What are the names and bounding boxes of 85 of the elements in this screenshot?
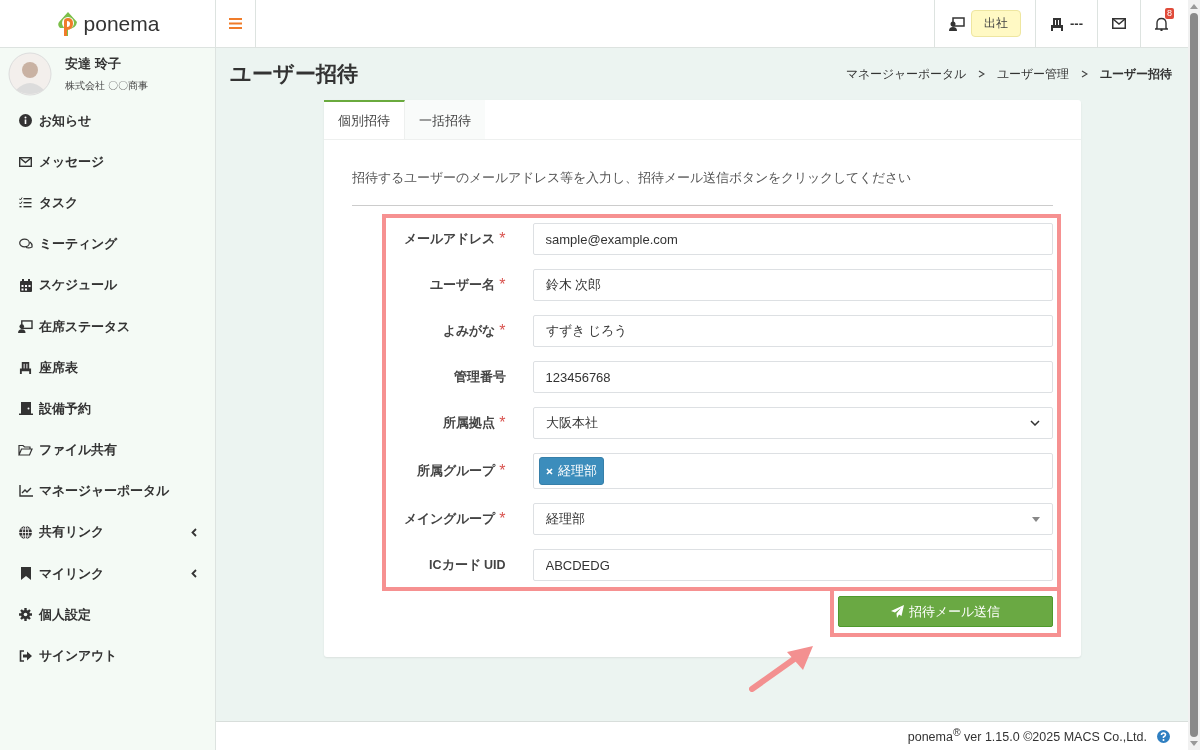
dropdown-triangle-icon	[1031, 516, 1040, 522]
status-badge[interactable]: 出社	[971, 10, 1021, 37]
company-name: 株式会社 〇〇商事	[65, 79, 148, 93]
required-mark: *	[499, 462, 506, 480]
sidebar-item[interactable]: 座席表	[0, 347, 215, 389]
avatar	[8, 52, 52, 96]
input-field[interactable]: ABCDEDG	[532, 549, 1053, 581]
field-label: 所属グループ	[417, 462, 496, 480]
sidebar-item[interactable]: 共有リンク	[0, 511, 215, 554]
tag-input-field[interactable]: 経理部	[532, 453, 1053, 489]
folder-icon	[18, 444, 33, 457]
sidebar-item[interactable]: スケジュール	[0, 264, 215, 306]
chevron-icon	[191, 569, 197, 579]
bookmark-icon	[20, 567, 31, 581]
breadcrumb-separator-icon	[978, 70, 985, 78]
mail-icon	[1112, 18, 1126, 29]
bell-icon	[1155, 16, 1168, 31]
input-field[interactable]: 123456768	[532, 361, 1053, 393]
input-field[interactable]: 鈴木 次郎	[532, 269, 1053, 301]
required-mark: *	[499, 276, 506, 294]
info-icon	[19, 114, 32, 128]
field-label: 管理番号	[453, 368, 506, 386]
help-icon[interactable]	[1157, 729, 1170, 743]
field-label: よみがな	[443, 322, 496, 340]
breadcrumb-link[interactable]: マネージャーポータル	[846, 65, 966, 83]
required-mark: *	[499, 510, 506, 528]
sidebar-item[interactable]: マネージャーポータル	[0, 470, 215, 512]
seat-icon	[19, 361, 32, 375]
scrollbar[interactable]	[1188, 0, 1200, 750]
logo-icon	[55, 10, 80, 37]
field-label: 所属拠点	[443, 414, 496, 432]
chevron-icon	[191, 527, 197, 537]
globe-icon	[19, 525, 32, 539]
field-label: ICカード UID	[429, 556, 506, 574]
chevron-down-icon	[1029, 420, 1040, 426]
field-label: ユーザー名	[430, 276, 496, 294]
chat-icon	[18, 238, 33, 251]
sign-out-icon	[18, 650, 33, 663]
input-field[interactable]: すずき じろう	[532, 315, 1053, 347]
tab[interactable]: 一括招待	[404, 100, 485, 139]
chart-icon	[18, 485, 33, 498]
tab[interactable]: 個別招待	[323, 100, 405, 139]
sidebar-item[interactable]: マイリンク	[0, 553, 215, 595]
paper-plane-icon	[890, 605, 904, 618]
scroll-down-icon[interactable]	[1190, 741, 1198, 746]
select-field[interactable]: 大阪本社	[532, 407, 1053, 439]
sidebar-item[interactable]: お知らせ	[0, 100, 215, 142]
sidebar-item[interactable]: サインアウト	[0, 635, 215, 677]
user-name: 安達 玲子	[65, 55, 122, 73]
settings-icon	[19, 608, 32, 622]
mail-icon	[19, 156, 32, 167]
sidebar-item[interactable]: 個人設定	[0, 594, 215, 636]
instruction-text: 招待するユーザーのメールアドレス等を入力し、招待メール送信ボタンをクリックしてください	[351, 170, 912, 187]
sidebar-item[interactable]: タスク	[0, 182, 215, 224]
page-title: ユーザー招待	[230, 61, 358, 87]
seat-icon	[1050, 16, 1064, 31]
input-field[interactable]: sample@example.com	[532, 223, 1053, 255]
seat-label: ---	[1070, 16, 1083, 31]
field-label: メールアドレス	[404, 230, 496, 248]
pointer-arrow	[749, 644, 815, 692]
presence-icon	[949, 16, 965, 31]
sidebar-item[interactable]: 在席ステータス	[0, 305, 215, 348]
close-icon[interactable]	[545, 467, 553, 475]
notification-count: 8	[1165, 8, 1174, 19]
required-mark: *	[499, 322, 506, 340]
sidebar-item[interactable]: ミーティング	[0, 223, 215, 265]
breadcrumb-link[interactable]: ユーザー招待	[1100, 65, 1172, 83]
breadcrumb-separator-icon	[1081, 70, 1088, 78]
logo-text: ponema	[83, 11, 160, 36]
field-label: メイングループ	[404, 510, 496, 528]
required-mark: *	[499, 230, 506, 248]
sidebar-item[interactable]: メッセージ	[0, 141, 215, 183]
presence-icon	[18, 320, 33, 334]
footer-text: ponema$^{®}$ ver 1.15.0 ©2025 MACS Co.,Ltd.	[907, 727, 1147, 745]
required-mark: *	[499, 414, 506, 432]
door-icon	[18, 402, 33, 416]
checklist-icon	[19, 197, 32, 209]
calendar-icon	[19, 278, 32, 292]
sidebar-item[interactable]: 設備予約	[0, 388, 215, 430]
menu-icon	[229, 18, 242, 29]
breadcrumb-link[interactable]: ユーザー管理	[997, 65, 1069, 83]
select-field[interactable]: 経理部	[532, 503, 1053, 535]
tag-chip[interactable]: 経理部	[538, 457, 604, 485]
scroll-up-icon[interactable]	[1190, 4, 1198, 9]
sidebar-item[interactable]: ファイル共有	[0, 429, 215, 471]
